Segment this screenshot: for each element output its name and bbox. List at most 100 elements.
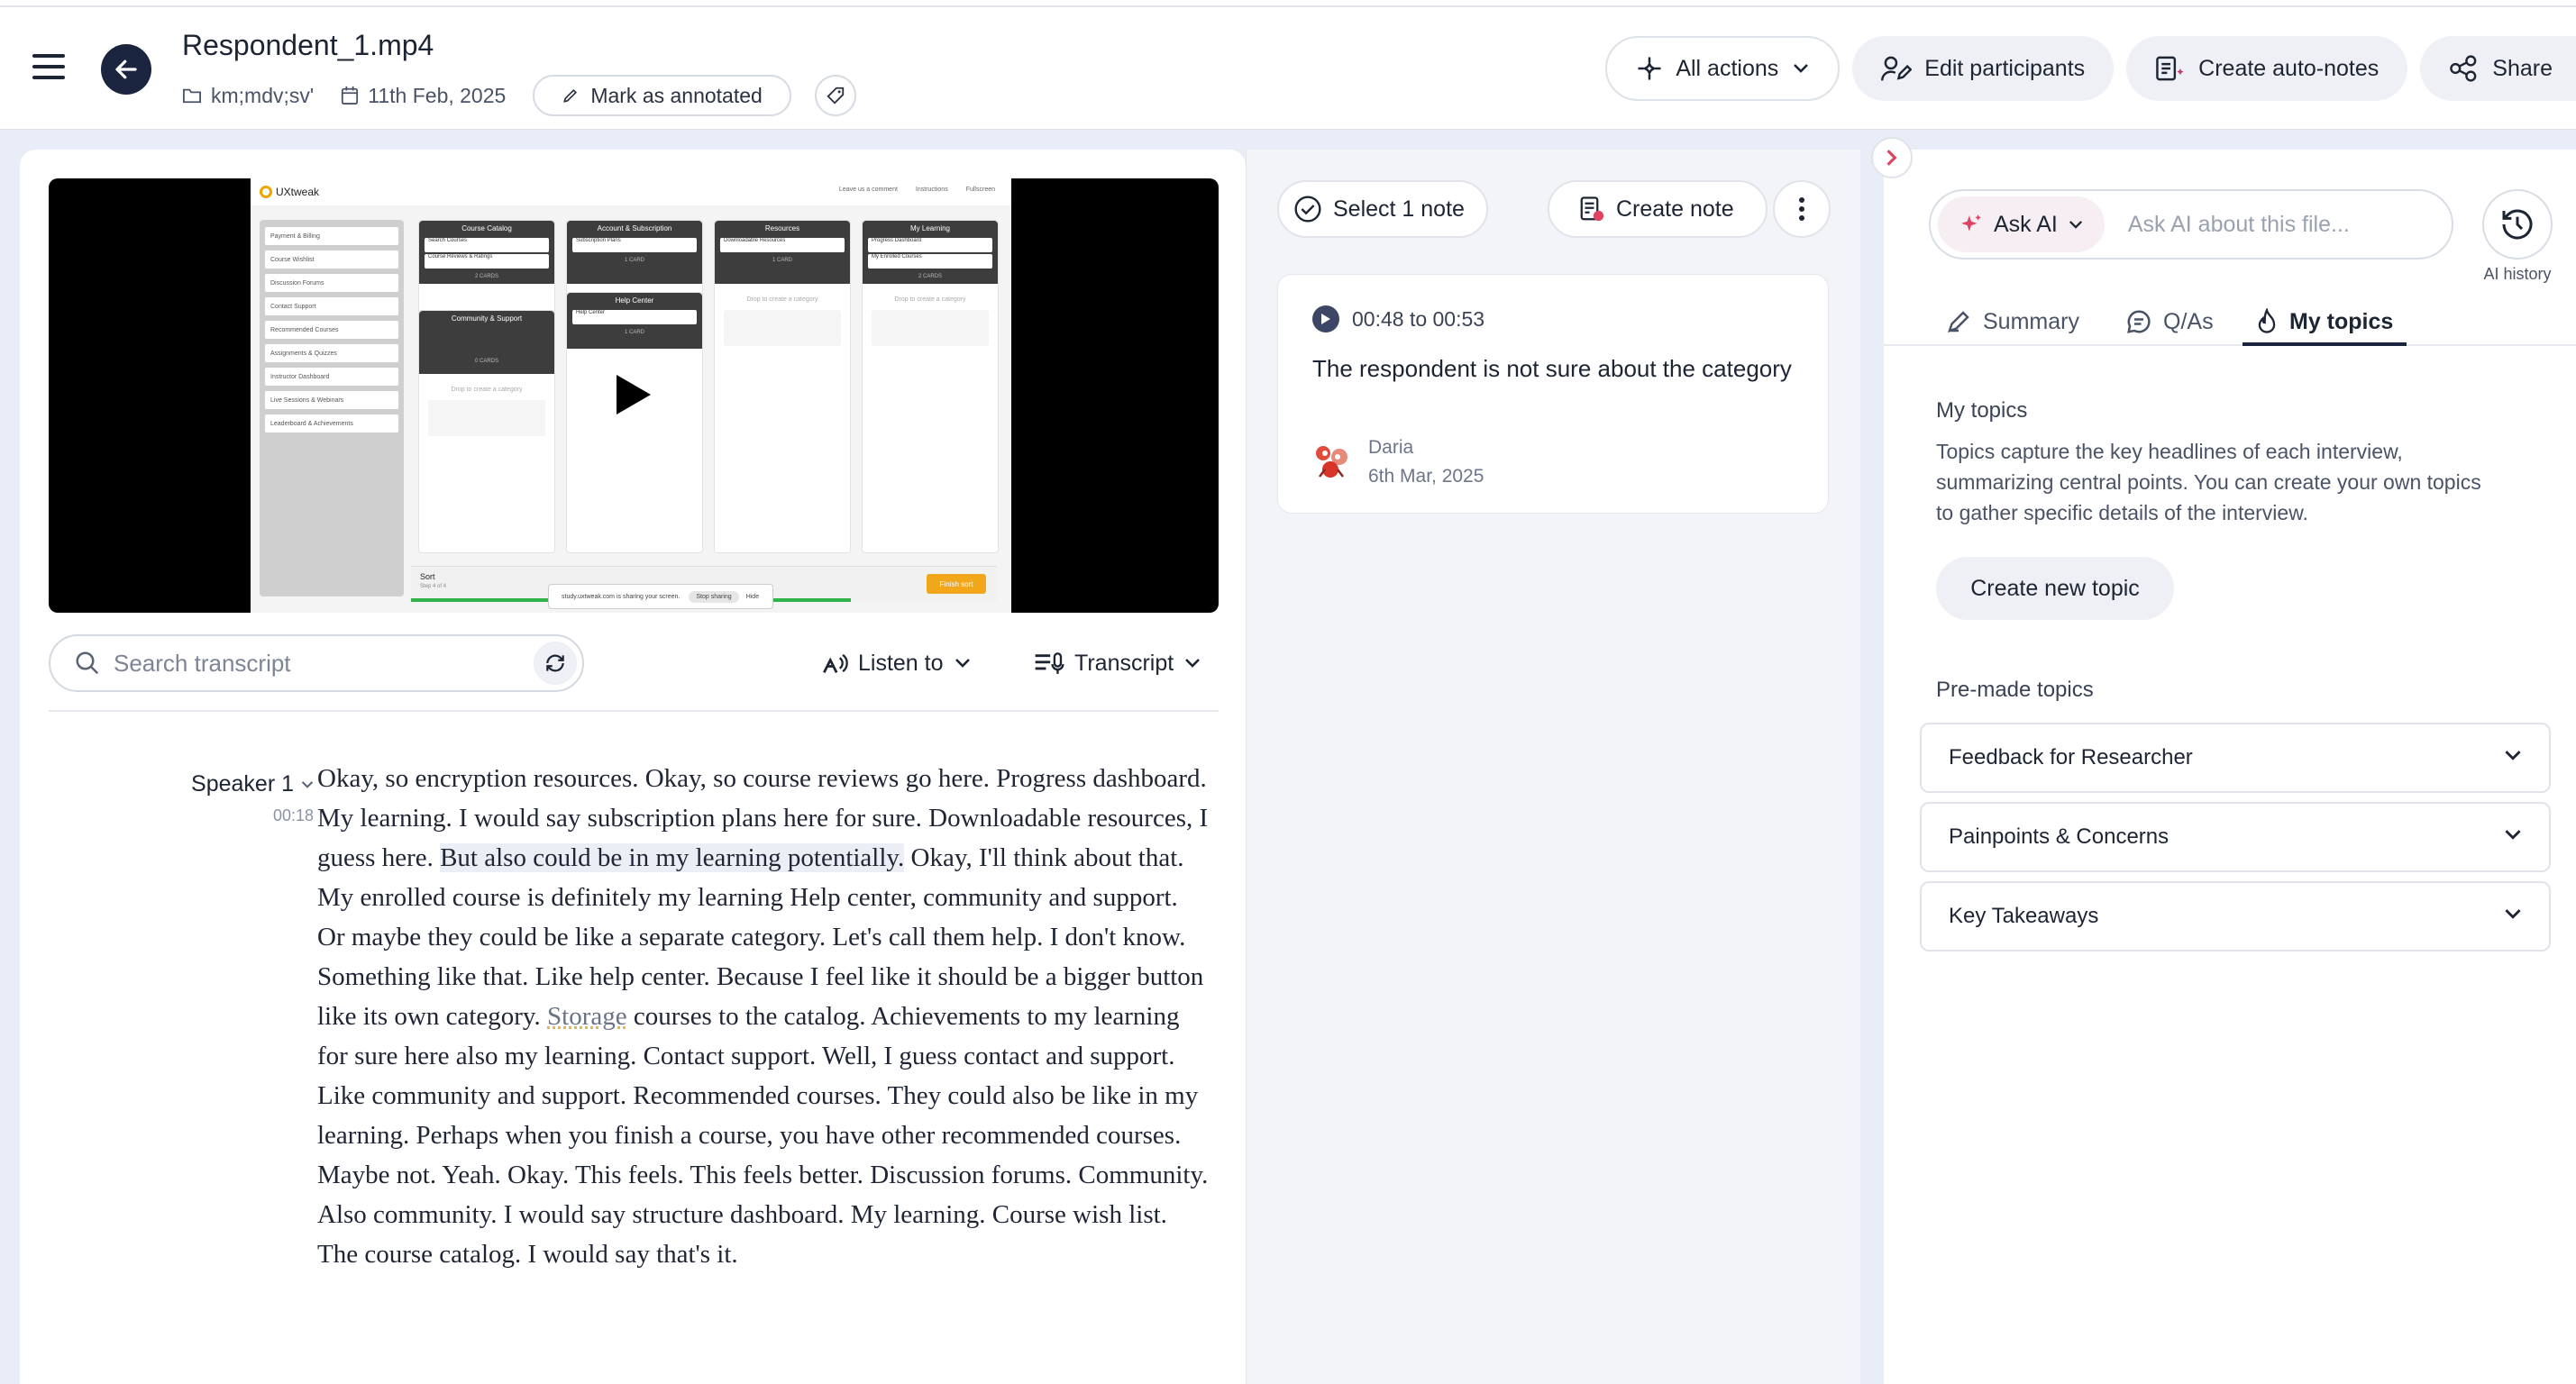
tab-qas[interactable]: Q/As	[2125, 299, 2214, 344]
tag-button[interactable]	[814, 75, 856, 116]
chevron-down-icon	[1794, 64, 1809, 73]
tab-my-topics[interactable]: My topics	[2255, 299, 2393, 344]
topics-heading: My topics	[1936, 398, 2028, 423]
chevron-right-icon	[1886, 150, 1897, 166]
chevron-down-icon	[2505, 909, 2521, 919]
chevron-down-icon	[2505, 830, 2521, 840]
history-icon	[2502, 209, 2533, 240]
topic-painpoints-concerns[interactable]: Painpoints & Concerns	[1920, 802, 2551, 872]
all-actions-button[interactable]: All actions	[1605, 36, 1841, 101]
collapse-panel-button[interactable]	[1871, 137, 1913, 178]
note-author: Daria 6th Mar, 2025	[1311, 437, 1484, 487]
header-actions: All actions Edit participants Create aut…	[1605, 36, 2576, 101]
sparkle-icon	[1638, 57, 1661, 80]
ask-ai-button[interactable]: Ask AI	[1938, 196, 2105, 252]
transcript-toolbar: Listen to Transcript	[49, 634, 1219, 692]
uxtweak-logo: UXtweak	[260, 186, 319, 198]
search-transcript-input[interactable]	[114, 649, 510, 678]
all-actions-label: All actions	[1676, 55, 1779, 81]
recorded-category: Help Center Help Center 1 CARD	[566, 292, 703, 553]
back-button[interactable]	[101, 44, 151, 95]
file-meta: km;mdv;sv' 11th Feb, 2025 Mark as annota…	[182, 75, 856, 116]
create-note-button[interactable]: Create note	[1548, 180, 1768, 238]
transcript-segment: courses to the catalog. Achievements to …	[317, 1002, 1209, 1269]
mark-annotated-button[interactable]: Mark as annotated	[533, 75, 791, 116]
video-player[interactable]: UXtweak Leave us a comment Instructions Fu…	[49, 178, 1219, 613]
note-text: The respondent is not sure about the cat…	[1312, 355, 1792, 382]
video-transcript-panel: UXtweak Leave us a comment Instructions Fu…	[20, 150, 1246, 1384]
file-title: Respondent_1.mp4	[182, 29, 434, 61]
speaker-selector[interactable]: Speaker 1	[169, 771, 314, 797]
date-meta: 11th Feb, 2025	[341, 84, 506, 108]
recorded-category: Resources Downloadable Resources 1 CARD …	[714, 220, 851, 553]
ai-tabs: Summary Q/As My topics	[1884, 285, 2576, 346]
play-icon[interactable]	[617, 375, 651, 414]
recorded-card: Instructor Dashboard	[265, 368, 398, 386]
recorded-card: Live Sessions & Webinars	[265, 391, 398, 409]
create-new-topic-button[interactable]: Create new topic	[1936, 557, 2174, 620]
create-note-label: Create note	[1616, 196, 1734, 222]
transcript-search	[49, 634, 584, 692]
topic-key-takeaways[interactable]: Key Takeaways	[1920, 881, 2551, 952]
listen-to-dropdown[interactable]: Listen to	[822, 643, 971, 683]
folder-meta[interactable]: km;mdv;sv'	[182, 84, 314, 108]
transcript-text[interactable]: Okay, so encryption resources. Okay, so …	[317, 759, 1210, 1274]
notes-panel: Select 1 note Create note 00:48 to 00:53…	[1246, 150, 1860, 1384]
note-add-icon	[1580, 196, 1604, 222]
note-card[interactable]: 00:48 to 00:53 The respondent is not sur…	[1277, 274, 1829, 514]
tab-summary[interactable]: Summary	[1945, 299, 2079, 344]
transcript-flagged-word[interactable]: Storage	[547, 1002, 627, 1031]
transcript-icon	[1035, 652, 1064, 674]
speaker-timestamp[interactable]: 00:18	[169, 806, 314, 825]
topics-description: Topics capture the key headlines of each…	[1936, 440, 2481, 524]
sync-icon	[546, 654, 564, 672]
tab-label: Summary	[1983, 308, 2079, 334]
menu-icon[interactable]	[32, 54, 65, 81]
note-date: 6th Mar, 2025	[1368, 466, 1484, 487]
more-options-icon[interactable]	[1773, 180, 1831, 238]
transcript-highlight[interactable]: But also could be in my learning potenti…	[440, 843, 905, 872]
recorded-card: Discussion Forums	[265, 274, 398, 292]
flame-icon	[2258, 308, 2276, 333]
sync-button[interactable]	[534, 642, 577, 685]
divider	[49, 710, 1219, 712]
tab-label: Q/As	[2163, 308, 2214, 334]
speaker-block: Speaker 1 00:18	[169, 771, 314, 825]
recorded-finish-button: Finish sort	[927, 574, 986, 594]
topic-feedback-for-researcher[interactable]: Feedback for Researcher	[1920, 723, 2551, 793]
share-button[interactable]: Share	[2420, 36, 2576, 101]
select-note-button[interactable]: Select 1 note	[1277, 180, 1488, 238]
pen-icon	[1948, 311, 1969, 332]
window-top-edge	[0, 0, 2576, 7]
recorded-card: Contact Support	[265, 297, 398, 315]
recorded-category: My Learning Progress Dashboard My Enroll…	[862, 220, 999, 553]
chevron-down-icon	[1185, 659, 1201, 668]
recorded-category: Community & Support 0 CARDS Drop to creat…	[418, 310, 555, 553]
transcript-dropdown[interactable]: Transcript	[1033, 643, 1201, 683]
create-auto-notes-label: Create auto-notes	[2198, 55, 2380, 81]
arrow-left-icon	[115, 59, 137, 79]
ask-ai-input[interactable]	[2127, 211, 2398, 238]
search-icon	[76, 651, 99, 675]
auto-notes-icon	[2156, 56, 2184, 81]
ai-history-button[interactable]	[2482, 189, 2553, 260]
chat-icon	[2127, 310, 2151, 333]
tag-icon	[827, 86, 844, 105]
screen-sharing-bar: study.uxtweak.com is sharing your screen…	[548, 584, 773, 609]
note-time-range[interactable]: 00:48 to 00:53	[1312, 305, 1484, 332]
tab-label: My topics	[2289, 308, 2394, 334]
play-small-icon	[1312, 305, 1339, 332]
ai-panel: Ask AI AI history Summary Q/As My topics…	[1860, 150, 2576, 1384]
mark-annotated-label: Mark as annotated	[590, 83, 763, 107]
calendar-icon	[342, 86, 359, 105]
ai-history-label: AI history	[2483, 265, 2552, 283]
folder-icon	[183, 88, 201, 104]
active-tab-indicator	[2243, 342, 2407, 346]
chevron-down-icon	[2505, 751, 2521, 760]
chevron-down-icon	[955, 659, 970, 668]
recorded-card: Course Wishlist	[265, 250, 398, 269]
listen-to-label: Listen to	[858, 650, 944, 676]
edit-participants-button[interactable]: Edit participants	[1852, 36, 2115, 101]
create-auto-notes-button[interactable]: Create auto-notes	[2126, 36, 2408, 101]
recorded-card: Leaderboard & Achievements	[265, 414, 398, 432]
